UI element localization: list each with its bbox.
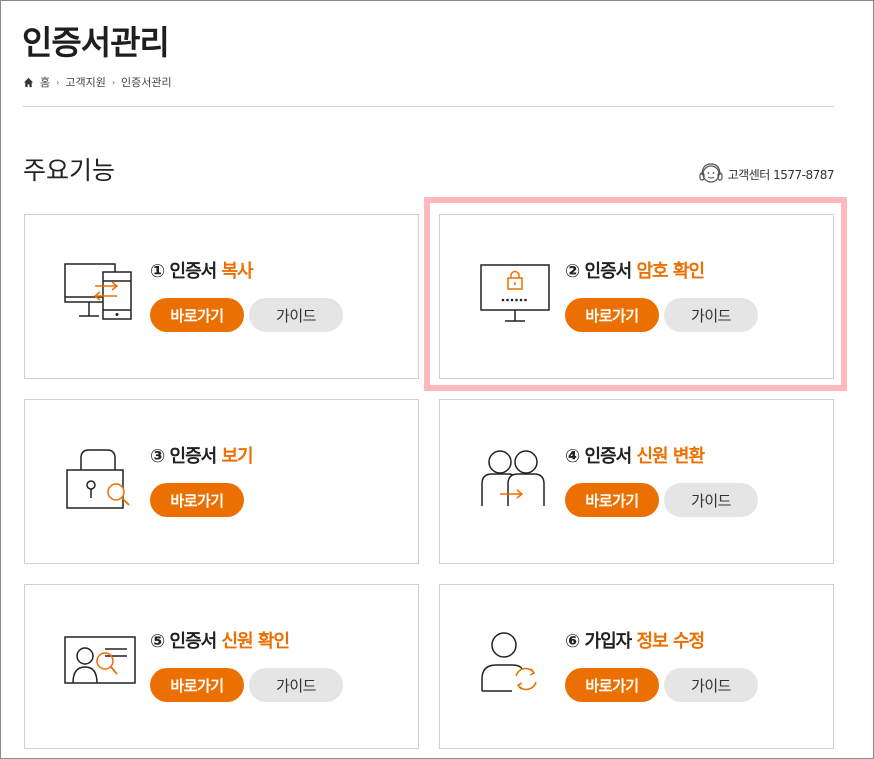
section-title: 주요기능 <box>23 156 116 185</box>
card-title: ③ 인증서 보기 <box>150 446 254 467</box>
call-center-text: 고객센터 1577-8787 <box>727 167 835 182</box>
go-button[interactable]: 바로가기 <box>565 483 659 517</box>
lock-search-icon <box>66 449 130 509</box>
monitor-copy-icon <box>64 263 132 320</box>
card-title: ⑤ 인증서 신원 확인 <box>150 631 290 652</box>
card-cert-identity-check: ⑤ 인증서 신원 확인 바로가기 가이드 <box>24 584 419 749</box>
card-title: ① 인증서 복사 <box>150 261 254 282</box>
card-cert-identity-convert: ④ 인증서 신원 변환 바로가기 가이드 <box>439 399 834 564</box>
go-button[interactable]: 바로가기 <box>150 483 244 517</box>
breadcrumb-home[interactable]: 홈 <box>40 74 50 90</box>
user-refresh-icon <box>481 632 537 692</box>
guide-button[interactable]: 가이드 <box>249 668 343 702</box>
go-button[interactable]: 바로가기 <box>150 668 244 702</box>
card-cert-view: ③ 인증서 보기 바로가기 <box>24 399 419 564</box>
home-icon[interactable] <box>23 77 34 88</box>
card-cert-copy: ① 인증서 복사 바로가기 가이드 <box>24 214 419 379</box>
guide-button[interactable]: 가이드 <box>249 298 343 332</box>
users-transfer-icon <box>481 450 545 506</box>
card-subscriber-info-edit: ⑥ 가입자 정보 수정 바로가기 가이드 <box>439 584 834 749</box>
headset-icon <box>699 163 723 183</box>
divider <box>23 106 834 107</box>
chevron-right-icon: › <box>111 77 116 87</box>
breadcrumb-support[interactable]: 고객지원 <box>65 74 105 90</box>
breadcrumb: 홈 › 고객지원 › 인증서관리 <box>23 74 172 90</box>
id-card-search-icon <box>64 636 136 684</box>
highlight-box <box>424 197 847 391</box>
guide-button[interactable]: 가이드 <box>664 483 758 517</box>
go-button[interactable]: 바로가기 <box>565 668 659 702</box>
card-title: ④ 인증서 신원 변환 <box>565 446 705 467</box>
card-title: ⑥ 가입자 정보 수정 <box>565 631 705 652</box>
guide-button[interactable]: 가이드 <box>664 668 758 702</box>
page-title: 인증서관리 <box>22 23 170 62</box>
chevron-right-icon: › <box>56 77 60 87</box>
call-center: 고객센터 1577-8787 <box>697 160 835 188</box>
breadcrumb-current: 인증서관리 <box>121 76 172 89</box>
go-button[interactable]: 바로가기 <box>150 298 244 332</box>
